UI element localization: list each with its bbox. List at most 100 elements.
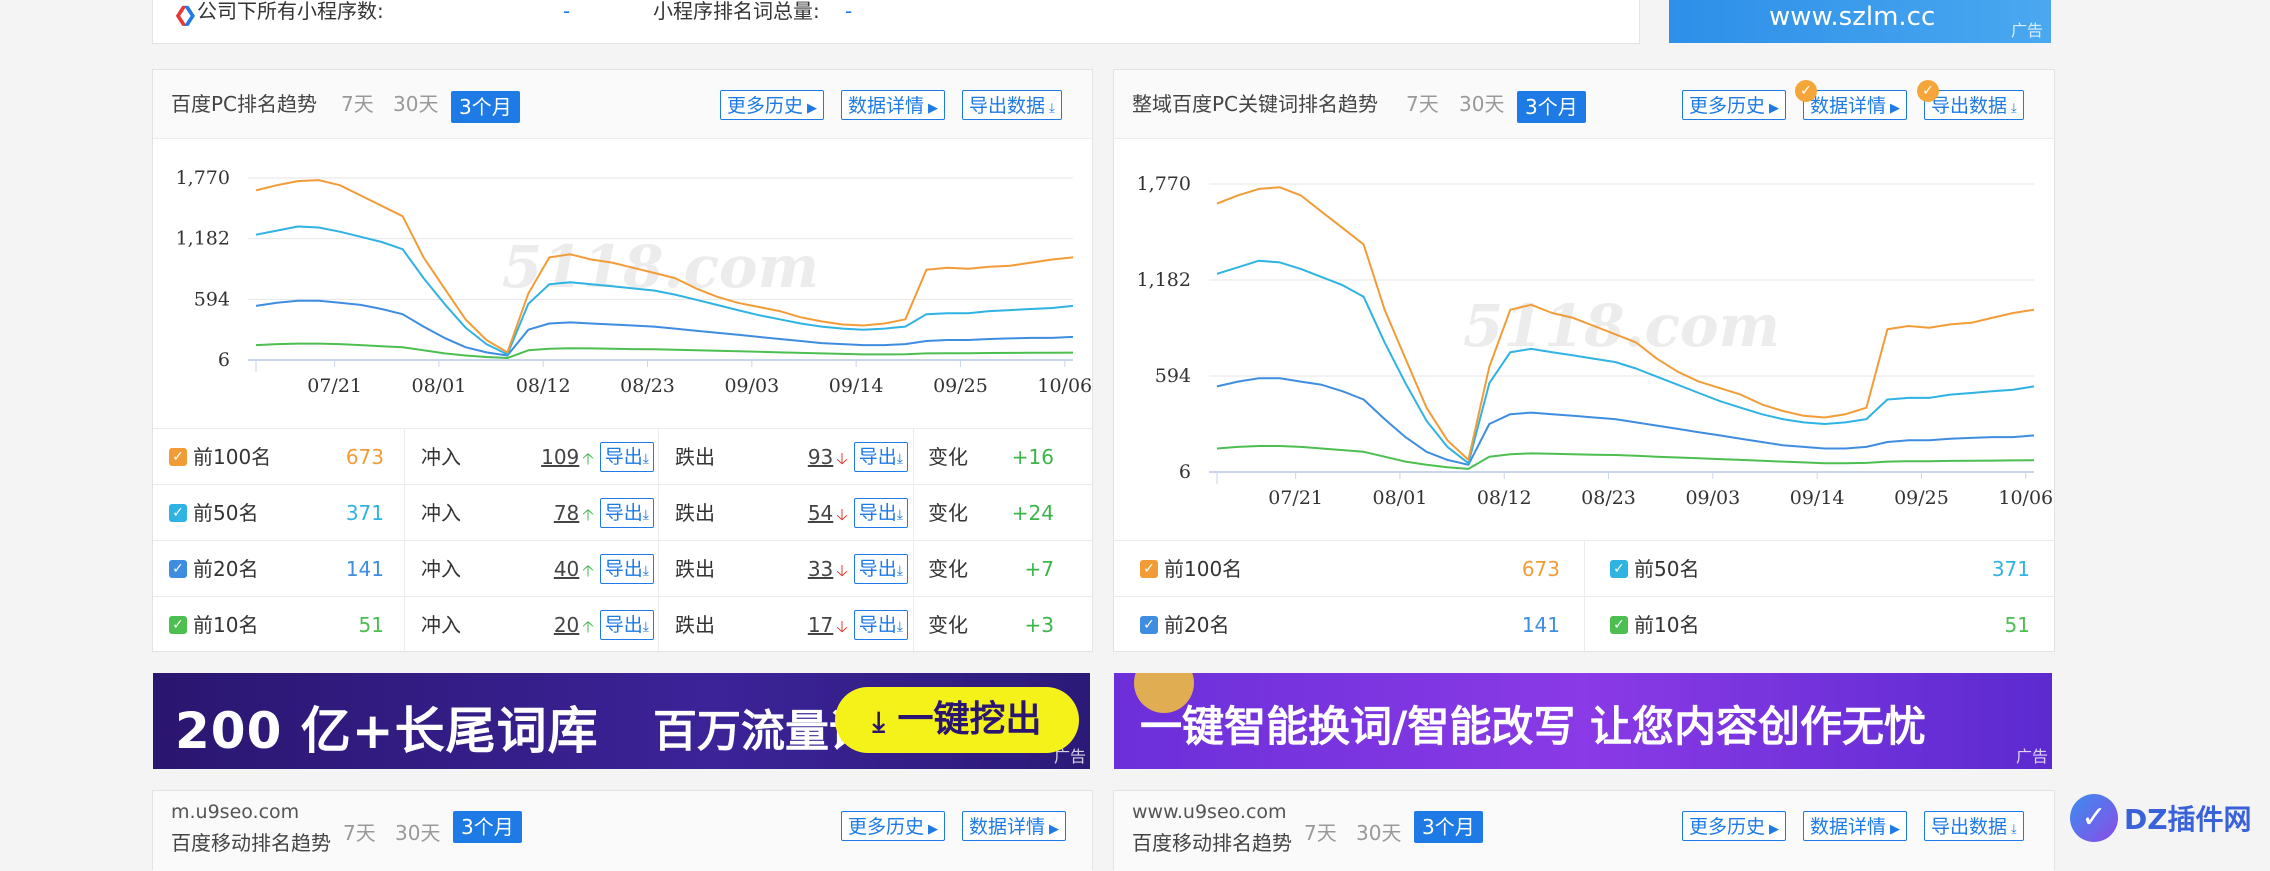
enter-cell: 20 🡡 导出⤓ (554, 597, 654, 653)
export-data-button[interactable]: 导出数据 ⤓ (1924, 90, 2024, 120)
y-tick-label: 594 (194, 288, 230, 310)
more-history-button[interactable]: 更多历史 ▶ (1682, 90, 1787, 120)
export-exit-button[interactable]: 导出⤓ (853, 553, 908, 584)
rank-label: 前100名 (193, 445, 272, 469)
checkbox-icon[interactable]: ✓ (169, 559, 187, 578)
enter-count-link[interactable]: 109 (541, 445, 579, 469)
checkbox-icon[interactable]: ✓ (1610, 559, 1628, 578)
keyword-rank-row: ✓ 前20名 141 ✓ 前10名 51 (1114, 596, 2054, 653)
x-tick-label: 09/03 (1685, 487, 1740, 509)
export-enter-button[interactable]: 导出⤓ (599, 553, 654, 584)
ad-label: 广告 (2010, 21, 2043, 40)
summary-strip: ❮ ❯ 公司下所有小程序数: - 小程序排名词总量: - (152, 0, 1640, 44)
data-detail-button[interactable]: 数据详情 ▶ (1803, 811, 1908, 841)
enter-cell: 109 🡡 导出⤓ (541, 429, 654, 485)
y-tick-label: 6 (1179, 461, 1191, 483)
rewrite-ad-banner[interactable]: 一键智能换词/智能改写 让您内容创作无忧 广告 (1114, 673, 2052, 769)
export-data-button[interactable]: 导出数据 ⤓ (962, 90, 1062, 120)
exit-count-link[interactable]: 54 (808, 501, 833, 525)
more-history-button[interactable]: 更多历史 ▶ (720, 90, 825, 120)
keyword-total-label: 小程序排名词总量: (653, 0, 820, 23)
caret-right-icon: ▶ (1769, 101, 1780, 116)
divider (404, 597, 405, 653)
caret-right-icon: ▶ (928, 822, 939, 837)
enter-cell: 40 🡡 导出⤓ (554, 541, 654, 597)
series-line (1216, 445, 2035, 470)
rank-label-cell[interactable]: ✓ 前100名 (1140, 541, 1242, 597)
logo-text: DZ插件网 (2124, 803, 2252, 836)
range-7d[interactable]: 7天 (1406, 70, 1439, 138)
rank-label-cell[interactable]: ✓ 前10名 (1610, 597, 1699, 653)
rank-label-cell[interactable]: ✓ 前50名 (169, 485, 258, 541)
enter-count-link[interactable]: 40 (554, 557, 579, 581)
rank-label-cell[interactable]: ✓ 前10名 (169, 597, 258, 653)
rank-label-cell[interactable]: ✓ 前100名 (169, 429, 271, 485)
export-enter-button[interactable]: 导出⤓ (599, 609, 654, 640)
data-detail-button[interactable]: 数据详情 ▶ (1803, 90, 1908, 120)
caret-right-icon: ▶ (1049, 822, 1060, 837)
checkbox-icon[interactable]: ✓ (169, 615, 187, 634)
series-line (1216, 377, 2035, 466)
rank-label-cell[interactable]: ✓ 前20名 (169, 541, 258, 597)
rank-label-cell[interactable]: ✓ 前20名 (1140, 597, 1229, 653)
checkbox-icon[interactable]: ✓ (169, 503, 187, 522)
checkbox-icon[interactable]: ✓ (1140, 559, 1158, 578)
range-30d[interactable]: 30天 (1459, 70, 1504, 138)
download-icon: ⤓ (896, 562, 903, 579)
divider (913, 485, 914, 541)
site-domain: www.u9seo.com (1132, 801, 1287, 823)
checkbox-icon[interactable]: ✓ (169, 447, 187, 466)
divider (404, 429, 405, 485)
divider (913, 597, 914, 653)
enter-count-link[interactable]: 78 (554, 501, 579, 525)
enter-count-link[interactable]: 20 (554, 613, 579, 637)
rank-label-cell[interactable]: ✓ 前50名 (1610, 541, 1699, 597)
panel-title: 百度PC排名趋势 (171, 92, 318, 116)
data-detail-button[interactable]: 数据详情 ▶ (841, 90, 946, 120)
export-enter-button[interactable]: 导出⤓ (599, 441, 654, 472)
download-icon: ⤓ (2011, 822, 2017, 837)
download-icon: ⤓ (896, 506, 903, 523)
range-30d[interactable]: 30天 (393, 70, 438, 138)
more-history-button[interactable]: 更多历史 ▶ (1682, 811, 1787, 841)
export-exit-button[interactable]: 导出⤓ (853, 609, 908, 640)
top-ad-banner[interactable]: www.szlm.cc 广告 (1669, 0, 2051, 43)
exit-count-link[interactable]: 33 (808, 557, 833, 581)
range-3m[interactable]: 3个月 (1517, 91, 1586, 123)
pc-ranking-panel: 百度PC排名趋势 7天 30天 3个月 更多历史 ▶ 数据详情 ▶ 导出数据 ⤓ 51… (152, 69, 1093, 653)
x-tick-label: 10/06 (1037, 375, 1092, 397)
export-enter-button[interactable]: 导出⤓ (599, 497, 654, 528)
more-history-button[interactable]: 更多历史 ▶ (841, 811, 946, 841)
range-7d[interactable]: 7天 (341, 70, 374, 138)
panel-header: 百度PC排名趋势 7天 30天 3个月 更多历史 ▶ 数据详情 ▶ 导出数据 ⤓ (153, 70, 1092, 139)
exit-count-link[interactable]: 93 (808, 445, 833, 469)
y-tick-label: 1,770 (176, 167, 230, 189)
keyword-rank-summary: ✓ 前100名 673 ✓ 前50名 371 ✓ 前20名 141 ✓ 前10名 51 (1114, 540, 2054, 653)
export-exit-button[interactable]: 导出⤓ (853, 441, 908, 472)
range-3m[interactable]: 3个月 (1414, 811, 1483, 843)
export-exit-button[interactable]: 导出⤓ (853, 497, 908, 528)
panel-title: 百度移动排名趋势 (171, 831, 331, 855)
export-data-button[interactable]: 导出数据 ⤓ (1924, 811, 2024, 841)
change-label: 变化 (928, 501, 968, 525)
pc-rank-row: ✓ 前50名 371 冲入 78 🡡 导出⤓ 跌出 54 🡣 导出⤓ 变化 +24 (153, 484, 1092, 541)
longtail-ad-banner[interactable]: 200 亿+长尾词库 百万流量词 ⤓ 一键挖出 广告 (153, 673, 1090, 769)
one-click-mine-button[interactable]: ⤓ 一键挖出 (835, 687, 1079, 753)
range-3m[interactable]: 3个月 (451, 91, 520, 123)
pc-rank-table: ✓ 前100名 673 冲入 109 🡡 导出⤓ 跌出 93 🡣 导出⤓ 变化 +16 ✓ 前50名 371 冲… (153, 428, 1092, 653)
ad-label: 广告 (2015, 747, 2048, 766)
x-tick-label: 08/23 (620, 375, 675, 397)
data-detail-button[interactable]: 数据详情 ▶ (962, 811, 1067, 841)
exit-count-link[interactable]: 17 (808, 613, 833, 637)
checkbox-icon[interactable]: ✓ (1610, 615, 1628, 634)
range-3m[interactable]: 3个月 (453, 811, 522, 843)
rank-count: 371 (345, 501, 384, 525)
rank-count: 141 (345, 557, 384, 581)
caret-right-icon: ▶ (1769, 822, 1780, 837)
download-icon: ⤓ (2011, 101, 2017, 116)
rank-count: 673 (1521, 557, 1560, 581)
ad-label: 广告 (1053, 747, 1086, 766)
site-domain: m.u9seo.com (171, 801, 300, 823)
checkbox-icon[interactable]: ✓ (1140, 615, 1158, 634)
exit-label: 跌出 (675, 501, 715, 525)
